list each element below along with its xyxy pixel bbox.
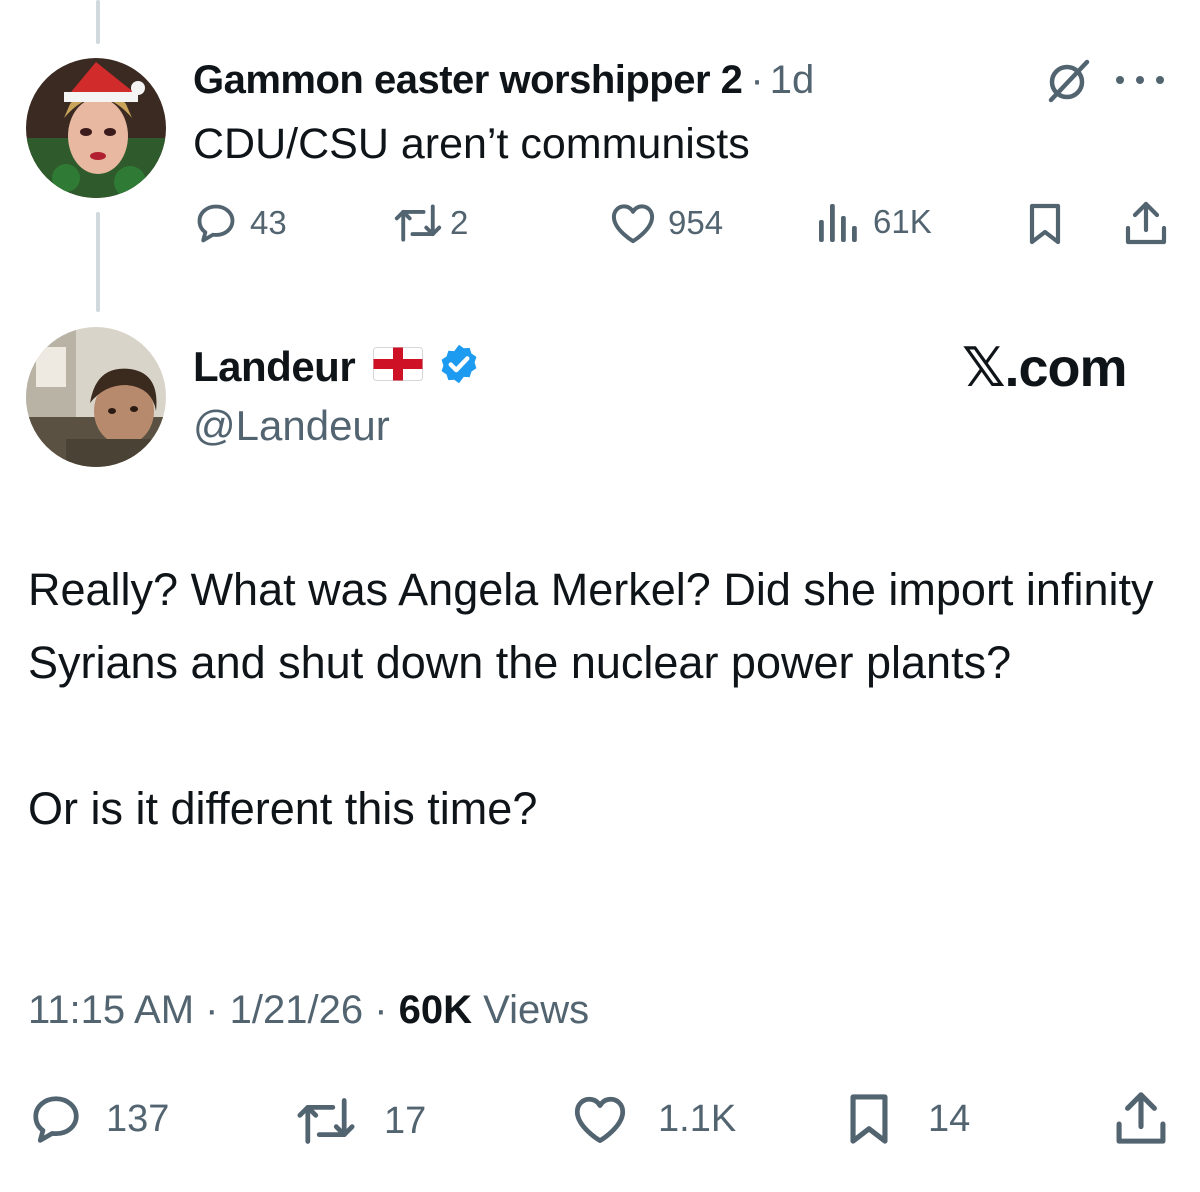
main-header: Landeur bbox=[193, 342, 481, 391]
main-repost-button[interactable]: 17 bbox=[296, 1096, 426, 1146]
england-flag-icon bbox=[373, 347, 424, 386]
tweet-date[interactable]: 1/21/26 bbox=[230, 988, 363, 1032]
main-share-button[interactable] bbox=[1114, 1090, 1168, 1146]
reply-header: Gammon easter worshipper 2 · 1d bbox=[193, 58, 814, 103]
reply-views-count: 61K bbox=[873, 203, 932, 240]
reply-separator: · bbox=[750, 58, 764, 102]
reply-timestamp[interactable]: 1d bbox=[770, 58, 815, 103]
reply-avatar[interactable] bbox=[26, 58, 166, 198]
reply-icon bbox=[28, 1092, 84, 1146]
main-bookmark-button[interactable]: 14 bbox=[848, 1092, 970, 1146]
reply-share-button[interactable] bbox=[1124, 200, 1168, 246]
tweet-meta: 11:15 AM · 1/21/26 · 60K Views bbox=[28, 988, 589, 1033]
repost-icon bbox=[394, 202, 442, 244]
views-icon bbox=[817, 200, 861, 244]
reply-views-button[interactable]: 61K bbox=[817, 200, 932, 244]
like-icon bbox=[572, 1094, 628, 1144]
views-label: Views bbox=[483, 988, 590, 1032]
brand-watermark: 𝕏.com bbox=[962, 338, 1128, 398]
reply-text: CDU/CSU aren’t communists bbox=[193, 120, 750, 168]
main-tweet-text: Really? What was Angela Merkel? Did she … bbox=[28, 553, 1178, 845]
tweet-time[interactable]: 11:15 AM bbox=[28, 988, 194, 1032]
thread-line-bottom bbox=[96, 212, 100, 312]
thread-line-top bbox=[96, 0, 100, 44]
meta-separator: · bbox=[374, 988, 399, 1032]
main-bookmark-count: 14 bbox=[928, 1097, 971, 1140]
tweet-paragraph: Really? What was Angela Merkel? Did she … bbox=[28, 564, 1154, 688]
share-icon bbox=[1124, 200, 1168, 246]
repost-icon bbox=[296, 1096, 356, 1146]
meta-separator: · bbox=[205, 988, 230, 1032]
reply-repost-count: 2 bbox=[450, 204, 469, 241]
bookmark-icon bbox=[1028, 202, 1062, 246]
reply-repost-button[interactable]: 2 bbox=[394, 202, 468, 244]
reply-reply-button[interactable]: 43 bbox=[194, 201, 287, 245]
main-avatar[interactable] bbox=[26, 327, 166, 467]
verified-badge-icon[interactable] bbox=[437, 342, 481, 391]
tweet-paragraph: Or is it different this time? bbox=[28, 783, 538, 834]
bookmark-icon bbox=[848, 1092, 890, 1146]
share-icon bbox=[1114, 1090, 1168, 1146]
main-reply-count: 137 bbox=[106, 1097, 170, 1140]
main-handle[interactable]: @Landeur bbox=[193, 402, 390, 450]
main-display-name[interactable]: Landeur bbox=[193, 343, 356, 391]
reply-reply-count: 43 bbox=[250, 204, 287, 241]
main-like-count: 1.1K bbox=[658, 1097, 737, 1140]
like-icon bbox=[610, 202, 656, 244]
reply-like-count: 954 bbox=[668, 204, 724, 241]
main-reply-button[interactable]: 137 bbox=[28, 1092, 169, 1146]
main-like-button[interactable]: 1.1K bbox=[572, 1094, 736, 1144]
views-count: 60K bbox=[398, 988, 473, 1032]
more-icon[interactable] bbox=[1112, 72, 1168, 88]
main-repost-count: 17 bbox=[384, 1099, 427, 1142]
reply-icon bbox=[194, 201, 238, 245]
grok-icon[interactable] bbox=[1043, 56, 1093, 106]
reply-display-name[interactable]: Gammon easter worshipper 2 bbox=[193, 58, 743, 103]
reply-like-button[interactable]: 954 bbox=[610, 202, 723, 244]
reply-bookmark-button[interactable] bbox=[1028, 202, 1062, 246]
